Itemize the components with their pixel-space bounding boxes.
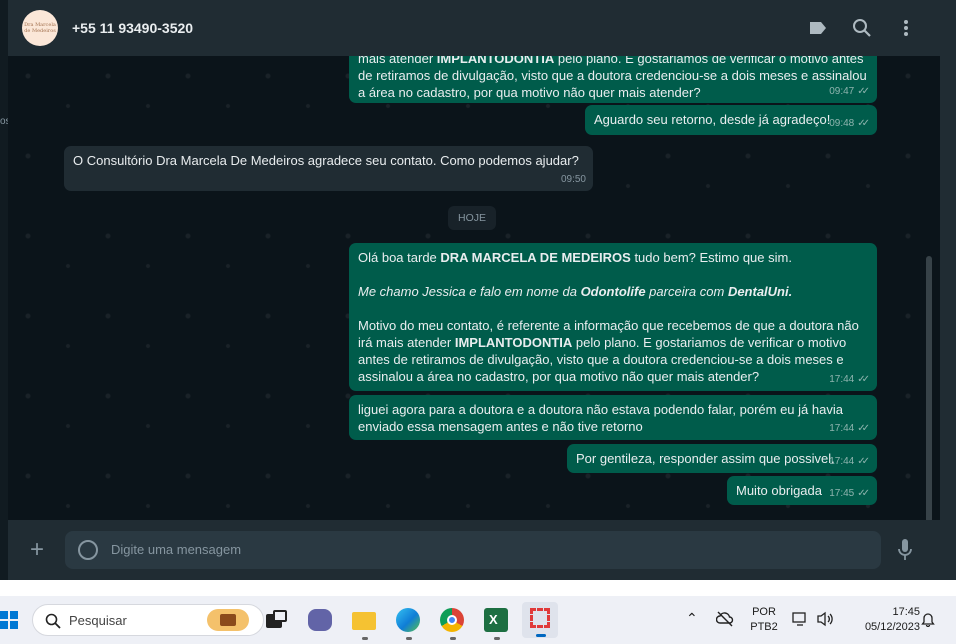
message-meta: 09:48 ✓✓: [829, 115, 870, 132]
double-check-icon: ✓✓: [857, 488, 870, 499]
double-check-icon: ✓✓: [857, 86, 870, 97]
chat-header[interactable]: Dra Marcela de Medeiros +55 11 93490-352…: [8, 0, 940, 56]
message-outgoing[interactable]: Muito obrigada 17:45 ✓✓: [727, 476, 877, 505]
clock-date: 05/12/2023: [864, 621, 920, 633]
message-input-placeholder: Digite uma mensagem: [111, 542, 242, 557]
cloud-offline-icon[interactable]: [715, 611, 734, 632]
teams-chat-icon[interactable]: [306, 606, 334, 634]
message-incoming[interactable]: O Consultório Dra Marcela De Medeiros ag…: [64, 146, 593, 191]
message-text: Por gentileza, responder assim que possi…: [576, 451, 835, 466]
search-icon[interactable]: [850, 16, 874, 40]
message-time: 17:45: [829, 488, 855, 499]
message-meta: 17:45 ✓✓: [829, 485, 870, 502]
snipping-tool-icon[interactable]: [522, 602, 558, 638]
clock-time: 17:45: [892, 606, 920, 618]
emoji-icon[interactable]: [78, 540, 98, 560]
show-hidden-icons-chevron-icon[interactable]: ⌃: [686, 611, 698, 626]
message-time: 09:48: [829, 118, 855, 129]
search-icon: [45, 613, 61, 629]
menu-icon[interactable]: [894, 16, 918, 40]
task-view-icon[interactable]: [264, 606, 292, 634]
volume-icon[interactable]: [816, 611, 834, 632]
message-time: 09:50: [560, 174, 586, 185]
message-outgoing[interactable]: Olá boa tarde DRA MARCELA DE MEDEIROS tu…: [349, 243, 877, 391]
double-check-icon: ✓✓: [857, 374, 870, 385]
language-line1: POR: [752, 606, 776, 618]
message-text: O Consultório Dra Marcela De Medeiros ag…: [73, 153, 579, 168]
message-paragraph-1: Olá boa tarde DRA MARCELA DE MEDEIROS tu…: [358, 250, 792, 265]
notification-bell-icon[interactable]: [920, 611, 936, 632]
whatsapp-window: os Dra Marcela de Medeiros +55 11 93490-…: [0, 0, 940, 580]
file-explorer-icon[interactable]: [350, 606, 378, 640]
message-outgoing[interactable]: liguei agora para a doutora e a doutora …: [349, 395, 877, 440]
avatar[interactable]: Dra Marcela de Medeiros: [22, 10, 58, 46]
message-meta: 09:50: [561, 171, 586, 188]
message-outgoing[interactable]: mais atender IMPLANTODONTIA pelo plano. …: [349, 56, 877, 103]
double-check-icon: ✓✓: [857, 118, 870, 129]
search-highlight-icon: [207, 609, 249, 631]
windows-start-icon[interactable]: [0, 609, 18, 631]
taskbar-search-placeholder: Pesquisar: [69, 613, 127, 628]
message-outgoing[interactable]: Por gentileza, responder assim que possi…: [567, 444, 877, 473]
message-meta: 17:44 ✓✓: [829, 371, 870, 388]
message-outgoing[interactable]: Aguardo seu retorno, desde já agradeço! …: [585, 105, 877, 135]
chrome-icon[interactable]: [438, 606, 466, 640]
message-text: mais atender IMPLANTODONTIA pelo plano. …: [358, 56, 867, 100]
message-composer: + Digite uma mensagem: [8, 520, 940, 580]
message-text: liguei agora para a doutora e a doutora …: [358, 402, 843, 434]
windows-taskbar: Pesquisar X ⌃ POR PTB2 17:45 05/12/2023: [0, 596, 956, 644]
message-time: 17:44: [829, 423, 855, 434]
message-meta: 17:44 ✓✓: [829, 420, 870, 437]
double-check-icon: ✓✓: [857, 423, 870, 434]
avatar-logo-text: Dra Marcela de Medeiros: [24, 22, 56, 34]
message-time: 09:47: [829, 86, 855, 97]
date-divider: HOJE: [448, 206, 497, 230]
message-paragraph-3: Motivo do meu contato, é referente a inf…: [358, 318, 859, 384]
clock[interactable]: 17:45 05/12/2023: [846, 605, 920, 635]
message-paragraph-2: Me chamo Jessica e falo em nome da Odont…: [358, 284, 793, 299]
contact-name[interactable]: +55 11 93490-3520: [72, 20, 193, 36]
label-icon[interactable]: [806, 16, 830, 40]
message-meta: 17:44 ✓✓: [829, 453, 870, 470]
message-time: 17:44: [829, 456, 855, 467]
message-time: 17:44: [829, 374, 855, 385]
taskbar-search[interactable]: Pesquisar: [32, 604, 264, 636]
language-indicator[interactable]: POR PTB2: [748, 605, 780, 635]
desktop-gap: [0, 580, 956, 596]
language-line2: PTB2: [750, 621, 778, 633]
microphone-icon[interactable]: [898, 539, 912, 566]
chat-scrollbar[interactable]: [926, 256, 932, 520]
chat-list-edge: os: [0, 0, 11, 580]
message-input[interactable]: Digite uma mensagem: [65, 531, 881, 569]
message-list[interactable]: mais atender IMPLANTODONTIA pelo plano. …: [8, 56, 932, 520]
attach-plus-icon[interactable]: +: [30, 538, 44, 562]
double-check-icon: ✓✓: [857, 456, 870, 467]
network-icon[interactable]: [792, 611, 808, 632]
edge-browser-icon[interactable]: [394, 606, 422, 640]
message-meta: 09:47 ✓✓: [829, 83, 870, 100]
excel-icon[interactable]: X: [482, 606, 510, 640]
